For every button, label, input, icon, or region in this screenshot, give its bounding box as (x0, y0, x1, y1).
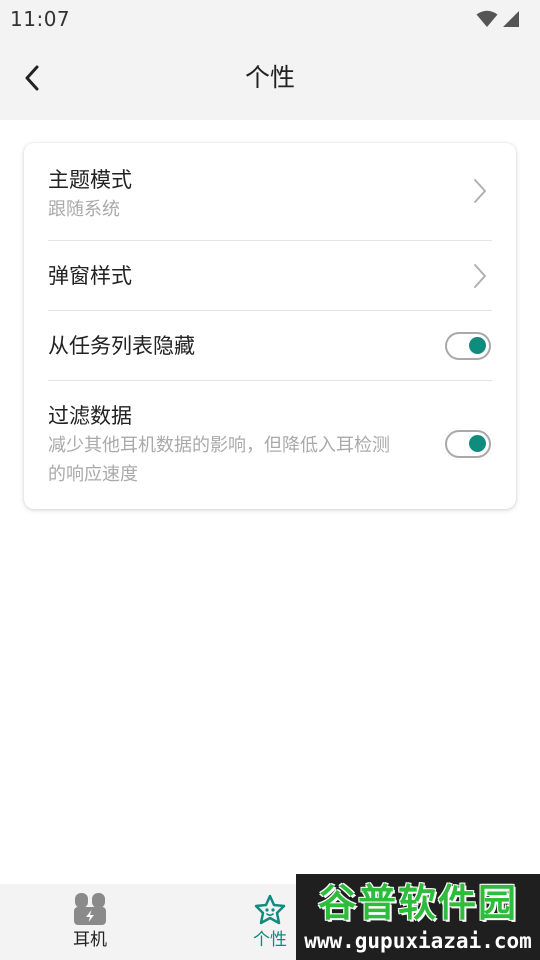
watermark-url: www.gupuxiazai.com (304, 929, 532, 953)
nav-item-earbuds[interactable]: 耳机 (40, 884, 140, 960)
popup-style-title: 弹窗样式 (48, 264, 132, 288)
status-time: 11:07 (10, 7, 71, 31)
page-title: 个性 (244, 63, 295, 92)
filter-data-row: 过滤数据 减少其他耳机数据的影响，但降低入耳检测 的响应速度 (48, 381, 492, 491)
toggle-knob (469, 435, 486, 452)
hide-from-tasks-row: 从任务列表隐藏 (48, 311, 492, 381)
app-header: 个性 (0, 38, 540, 120)
settings-card: 主题模式 跟随系统 弹窗样式 从任务列表隐藏 过滤数据 减少其他耳机数据的影响，… (24, 143, 516, 509)
hide-from-tasks-toggle[interactable] (445, 332, 491, 360)
cell-signal-icon (503, 11, 519, 27)
wifi-icon (476, 10, 498, 27)
popup-style-row[interactable]: 弹窗样式 (48, 241, 492, 311)
filter-data-title: 过滤数据 (48, 404, 132, 428)
earbuds-case-icon (74, 893, 106, 925)
watermark: 谷普软件园 www.gupuxiazai.com (296, 874, 540, 960)
star-face-icon (254, 894, 286, 925)
theme-mode-title: 主题模式 (48, 168, 132, 192)
chevron-right-icon (474, 179, 486, 203)
filter-data-description-cont: 的响应速度 (48, 464, 138, 485)
theme-mode-value: 跟随系统 (48, 199, 120, 220)
status-icons (476, 10, 520, 28)
filter-data-toggle[interactable] (445, 430, 491, 458)
nav-label-earbuds: 耳机 (73, 930, 107, 950)
toggle-knob (469, 337, 486, 354)
filter-data-description: 减少其他耳机数据的影响，但降低入耳检测 (48, 435, 390, 456)
chevron-right-icon (474, 264, 486, 288)
status-bar: 11:07 (0, 0, 540, 38)
watermark-title: 谷普软件园 (317, 881, 518, 925)
hide-from-tasks-title: 从任务列表隐藏 (48, 334, 195, 358)
theme-mode-row[interactable]: 主题模式 跟随系统 (48, 163, 492, 241)
